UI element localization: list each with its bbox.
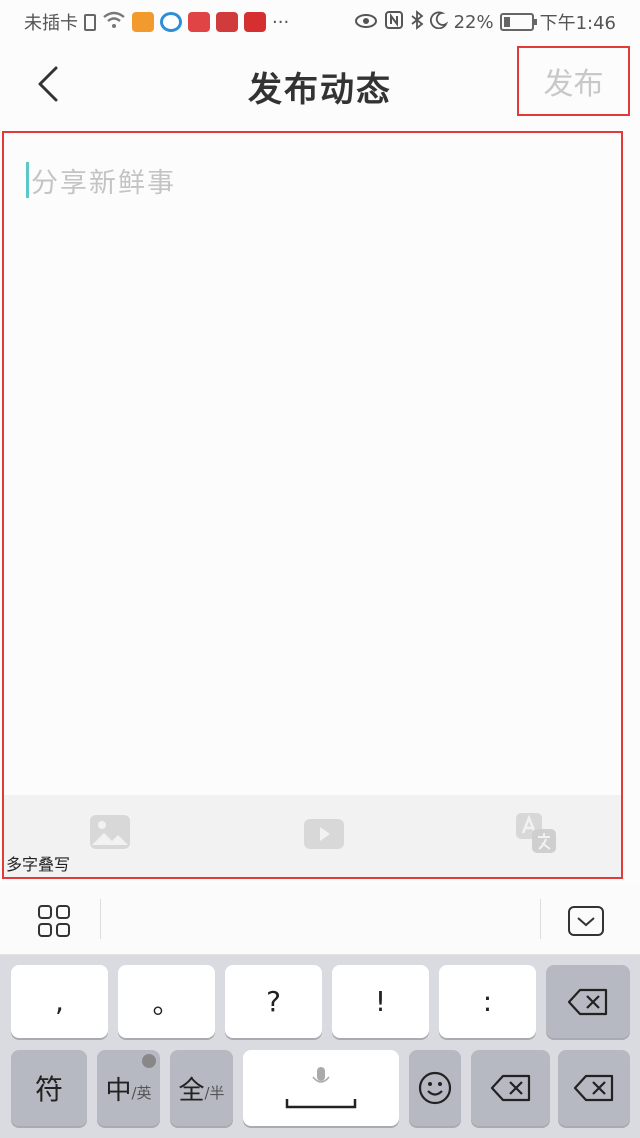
- nfc-icon: [384, 10, 404, 35]
- space-key[interactable]: [243, 1050, 399, 1126]
- backspace-icon: [573, 1074, 614, 1102]
- width-switch-key[interactable]: 全/半: [170, 1050, 233, 1126]
- keyboard-candidate-bar: [0, 885, 640, 955]
- moon-icon: [429, 11, 448, 34]
- emoji-key[interactable]: [409, 1050, 461, 1126]
- grid-menu-icon: [38, 905, 70, 937]
- app-icon-red-heart: [216, 12, 238, 32]
- keyboard-menu-button[interactable]: [36, 903, 72, 939]
- image-icon: [90, 815, 130, 849]
- status-bar-right: 22% 下午1:46: [354, 9, 616, 35]
- language-sub-label: /英: [131, 1083, 152, 1102]
- nav-bar: 发布动态 发布: [0, 44, 640, 126]
- app-icon-orange: [132, 12, 154, 32]
- more-notifications-icon: ···: [272, 11, 290, 33]
- video-icon: [304, 819, 344, 849]
- backspace-key-tertiary[interactable]: [558, 1050, 630, 1126]
- wifi-icon: [102, 11, 126, 34]
- sim-card-icon: [84, 13, 96, 31]
- bluetooth-icon: [410, 9, 424, 35]
- width-main-label: 全: [178, 1075, 205, 1106]
- add-video-button[interactable]: [302, 811, 346, 855]
- publish-button[interactable]: 发布: [517, 46, 630, 116]
- carrier-text: 未插卡: [24, 13, 78, 34]
- microphone-icon: [285, 1067, 357, 1109]
- battery-percent: 22%: [453, 11, 494, 33]
- add-image-button[interactable]: [88, 811, 132, 855]
- eye-icon: [354, 11, 378, 34]
- app-icon-blue: [160, 12, 182, 32]
- keyboard-hide-icon: [568, 906, 604, 936]
- app-icon-red-d: [244, 12, 266, 32]
- input-mode-hint: 多字叠写: [6, 855, 71, 874]
- status-bar: 未插卡 ··· 22% 下午1:46: [0, 0, 640, 44]
- key-exclamation[interactable]: !: [332, 965, 429, 1038]
- emoji-icon: [418, 1071, 452, 1105]
- width-sub-label: /半: [204, 1083, 225, 1102]
- text-caret: [26, 162, 29, 198]
- clock-time: 下午1:46: [539, 13, 616, 34]
- globe-icon: [142, 1054, 156, 1068]
- divider: [540, 899, 541, 939]
- translate-button[interactable]: [514, 811, 558, 855]
- backspace-key-secondary[interactable]: [471, 1050, 550, 1126]
- hide-keyboard-button[interactable]: [567, 905, 605, 937]
- language-switch-key[interactable]: 中/英: [97, 1050, 160, 1126]
- backspace-icon: [567, 988, 608, 1015]
- key-comma[interactable]: ,: [11, 965, 108, 1038]
- compose-area: 分享新鲜事 多字叠写: [2, 131, 623, 879]
- language-main-label: 中: [105, 1075, 132, 1106]
- attachment-toolbar: 多字叠写: [4, 795, 621, 877]
- keyboard: , 。 ? ! : 符 中/英 全/半: [0, 955, 640, 1138]
- post-text-input[interactable]: 分享新鲜事: [26, 155, 601, 205]
- symbol-key[interactable]: 符: [11, 1050, 87, 1126]
- key-period[interactable]: 。: [118, 965, 215, 1038]
- post-placeholder: 分享新鲜事: [31, 167, 176, 199]
- app-icon-red-news: [188, 12, 210, 32]
- divider: [100, 899, 101, 939]
- battery-icon: [499, 13, 537, 31]
- backspace-key[interactable]: [546, 965, 630, 1038]
- backspace-icon: [490, 1074, 530, 1102]
- key-colon[interactable]: :: [439, 965, 536, 1038]
- translate-icon: [516, 813, 556, 853]
- battery-level: [503, 17, 510, 27]
- key-question[interactable]: ?: [225, 965, 322, 1038]
- status-bar-left: 未插卡 ···: [24, 9, 289, 35]
